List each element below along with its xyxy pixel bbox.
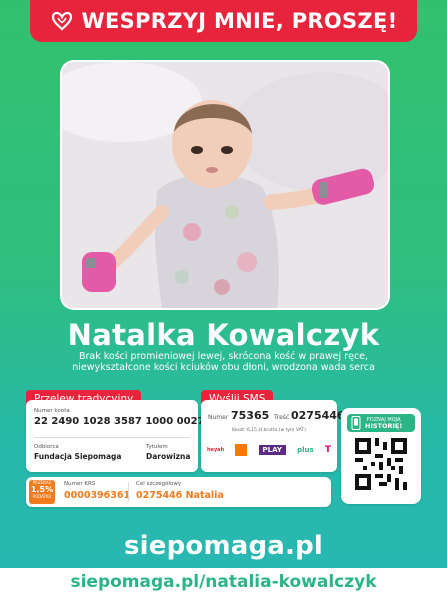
operator-logos: heyah orange PLAY plus T xyxy=(207,444,331,456)
heyah-logo: heyah xyxy=(207,447,225,453)
logo-text: siepomaga.pl xyxy=(123,531,324,561)
goal-value: 0275446 Natalia xyxy=(136,490,224,501)
divider xyxy=(128,482,129,502)
bank-transfer-card: Numer konta 22 2490 1028 3587 1000 0027 … xyxy=(26,400,236,472)
recipient-label: Odbiorca xyxy=(34,444,59,450)
fundraising-poster: WESPRZYJ MNIE, PROSZĘ! Natalka Kowalczyk… xyxy=(0,0,447,596)
tax-krs-card: PRZEKAŻ 1,5% PODATKU Numer KRS 000039636… xyxy=(26,477,331,507)
hands-heart-icon xyxy=(51,11,72,31)
footer-url-link[interactable]: siepomaga.pl/natalia-kowalczyk xyxy=(70,572,376,592)
play-logo: PLAY xyxy=(258,445,286,455)
qr-header: POZNAJ MOJĄ HISTORIĘ! xyxy=(347,414,415,432)
orange-logo: orange xyxy=(235,444,248,456)
banner-title: WESPRZYJ MNIE, PROSZĘ! xyxy=(81,9,398,33)
siepomaga-logo: siepomaga.pl xyxy=(0,531,447,561)
badge-bottom: PODATKU xyxy=(32,494,52,499)
sms-content-label: Treść xyxy=(274,414,290,421)
phone-icon xyxy=(351,416,361,430)
badge-percent: 1,5% xyxy=(30,485,54,494)
top-banner: WESPRZYJ MNIE, PROSZĘ! xyxy=(30,0,417,42)
diagnosis-description: Brak kości promieniowej lewej, skrócona … xyxy=(72,351,375,373)
sms-content: 0275446 xyxy=(291,409,345,422)
krs-number: 0000396361 xyxy=(64,490,131,501)
transfer-title: Darowizna xyxy=(146,452,191,461)
plus-logo: plus xyxy=(297,446,314,454)
child-name: Natalka Kowalczyk xyxy=(67,318,380,352)
footer: siepomaga.pl/natalia-kowalczyk xyxy=(0,568,447,596)
transfer-title-label: Tytułem xyxy=(146,444,168,450)
divider xyxy=(34,437,190,438)
sms-number-label: Numer xyxy=(208,414,229,421)
tax-percent-badge: PRZEKAŻ 1,5% PODATKU xyxy=(29,480,55,504)
sms-cost-note: Koszt: 6,15 zł brutto (w tym VAT) xyxy=(232,428,306,433)
qr-code[interactable] xyxy=(355,438,407,490)
qr-label-line2: HISTORIĘ! xyxy=(365,422,403,430)
goal-label: Cel szczegółowy xyxy=(136,481,182,487)
sms-card: Numer 75365 Treść 0275446 Koszt: 6,15 zł… xyxy=(201,400,345,472)
qr-card[interactable]: POZNAJ MOJĄ HISTORIĘ! xyxy=(341,408,421,504)
recipient-name: Fundacja Siepomaga xyxy=(34,452,122,461)
child-photo xyxy=(62,62,388,308)
account-number-label: Numer konta xyxy=(34,408,70,414)
sms-number: 75365 xyxy=(231,409,270,422)
t-mobile-logo: T xyxy=(324,445,331,455)
krs-number-label: Numer KRS xyxy=(64,481,96,487)
